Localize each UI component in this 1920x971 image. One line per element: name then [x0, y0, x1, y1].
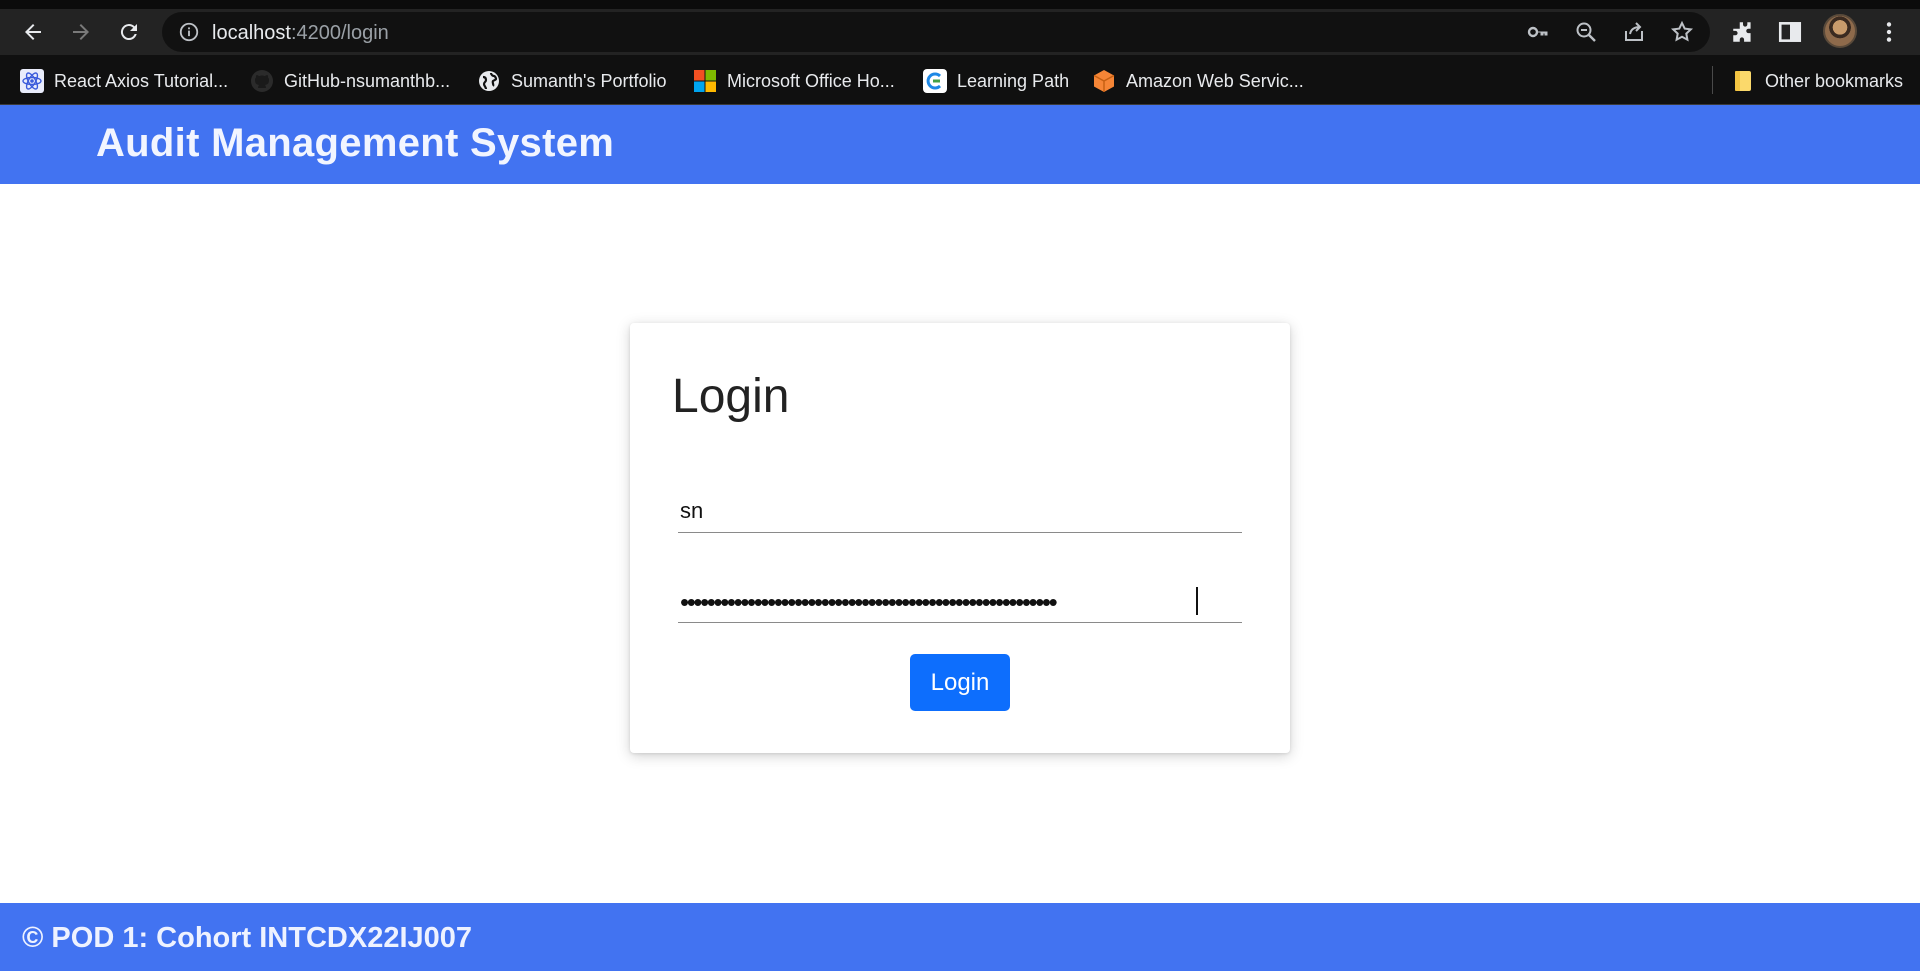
forward-button[interactable]: [64, 15, 98, 49]
bookmarks-bar: React Axios Tutorial... GitHub-nsumanthb…: [0, 55, 1920, 105]
bookmark-learning-path[interactable]: Learning Path: [923, 67, 1069, 95]
app-footer: © POD 1: Cohort INTCDX22IJ007: [0, 903, 1920, 971]
bookmark-label: Sumanth's Portfolio: [511, 70, 667, 91]
github-icon: [251, 70, 273, 92]
aws-icon: [1093, 70, 1115, 92]
bookmark-label: React Axios Tutorial...: [54, 70, 229, 91]
bookmark-react-axios[interactable]: React Axios Tutorial...: [20, 67, 228, 95]
username-field[interactable]: [678, 489, 1242, 533]
profile-avatar[interactable]: [1823, 14, 1857, 48]
bookmark-portfolio[interactable]: Sumanth's Portfolio: [477, 67, 667, 95]
bookmark-label: GitHub-nsumanthb...: [284, 70, 451, 91]
react-icon: [20, 69, 44, 93]
reload-icon: [120, 24, 137, 41]
folder-icon: [1735, 71, 1751, 91]
app-title: Audit Management System: [96, 121, 615, 165]
microsoft-icon: [694, 70, 716, 92]
url-path: :4200/login: [290, 22, 389, 44]
browser-tab-strip: [0, 0, 1920, 9]
login-button[interactable]: Login: [910, 654, 1010, 711]
bookmark-label: Learning Path: [957, 70, 1070, 91]
username-input[interactable]: [678, 489, 1242, 532]
bookmarks-divider: [1712, 66, 1713, 94]
bookmark-github[interactable]: GitHub-nsumanthb...: [250, 67, 450, 95]
learning-path-icon: [923, 69, 947, 93]
text-caret: [1196, 587, 1198, 615]
forward-arrow-icon: [73, 24, 89, 40]
footer-text: © POD 1: Cohort INTCDX22IJ007: [22, 922, 473, 954]
back-button[interactable]: [16, 15, 50, 49]
reload-button[interactable]: [112, 15, 146, 49]
bookmark-microsoft-office[interactable]: Microsoft Office Ho...: [693, 67, 895, 95]
password-mask[interactable]: ••••••••••••••••••••••••••••••••••••••••…: [680, 587, 1200, 618]
other-bookmarks[interactable]: Other bookmarks: [1731, 67, 1903, 95]
side-panel-icon[interactable]: [1777, 19, 1803, 45]
back-arrow-icon: [25, 24, 41, 40]
info-icon[interactable]: [178, 21, 200, 43]
login-card: Login ••••••••••••••••••••••••••••••••••…: [630, 323, 1290, 753]
globe-icon: [479, 71, 499, 91]
url-text[interactable]: localhost:4200/login: [212, 22, 389, 44]
share-icon[interactable]: [1622, 20, 1646, 44]
browser-toolbar: localhost:4200/login: [0, 9, 1920, 55]
extensions-puzzle-icon[interactable]: [1730, 19, 1756, 45]
browser-menu-icon[interactable]: [1876, 19, 1902, 45]
password-field[interactable]: ••••••••••••••••••••••••••••••••••••••••…: [678, 579, 1242, 623]
app-header: Audit Management System: [0, 105, 1920, 184]
login-title: Login: [672, 370, 790, 423]
zoom-out-icon[interactable]: [1574, 20, 1598, 44]
address-bar[interactable]: localhost:4200/login: [162, 12, 1710, 52]
bookmark-label: Microsoft Office Ho...: [727, 70, 895, 91]
bookmark-star-icon[interactable]: [1670, 20, 1694, 44]
bookmark-aws[interactable]: Amazon Web Servic...: [1092, 67, 1304, 95]
key-icon[interactable]: [1526, 20, 1550, 44]
bookmark-label: Amazon Web Servic...: [1126, 70, 1304, 91]
other-bookmarks-label: Other bookmarks: [1765, 70, 1904, 91]
url-host: localhost: [212, 22, 291, 44]
